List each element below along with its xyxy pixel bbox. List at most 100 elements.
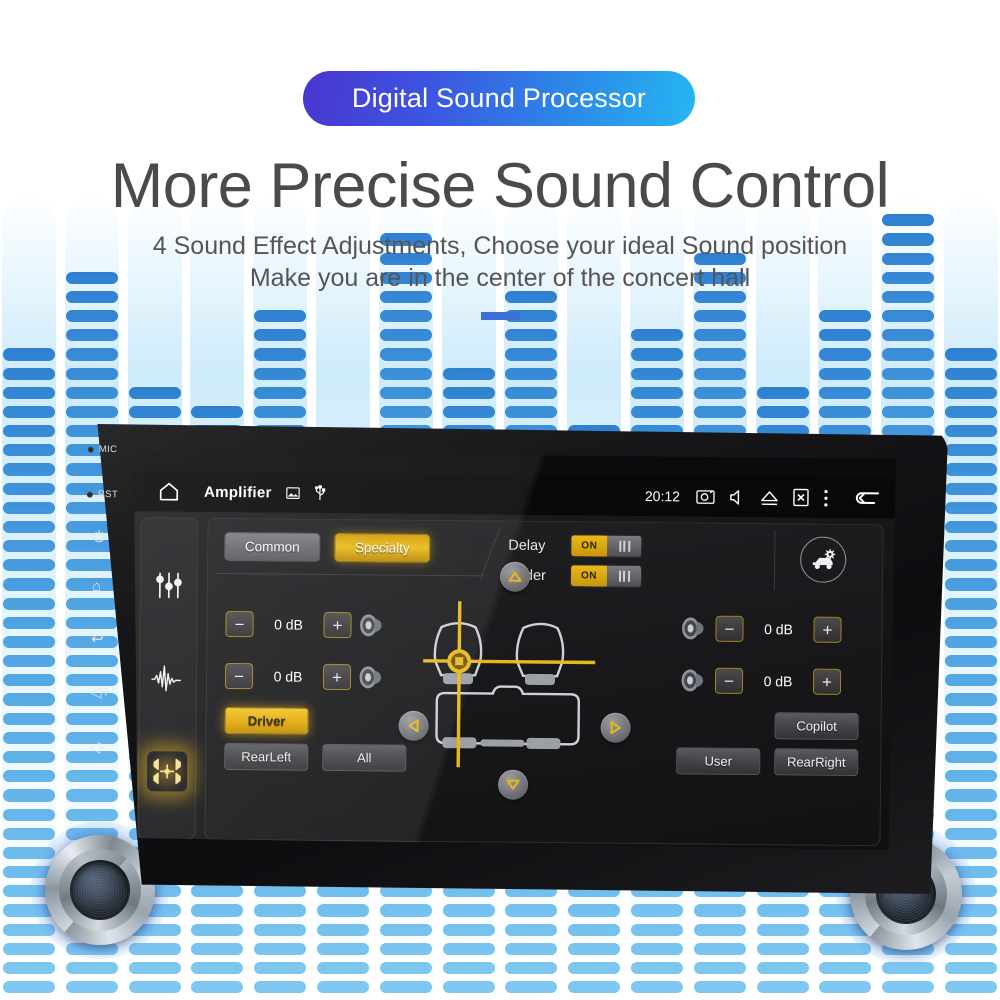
equalizer-bar [693,961,746,975]
equalizer-bar [819,405,872,419]
front-right-minus-button[interactable]: − [715,615,744,642]
rear-left-minus-button[interactable]: − [224,662,254,690]
tab-common[interactable]: Common [224,531,321,562]
equalizer-bar [505,367,558,380]
preset-all-button[interactable]: All [322,743,407,772]
mute-icon[interactable] [729,488,746,505]
seat-layout-svg [423,601,596,768]
equalizer-bar [316,981,369,994]
back-button[interactable]: ↩ [80,631,130,648]
panel-divider [216,572,485,577]
equalizer-bar [693,329,746,342]
equalizer-bar [568,981,621,994]
equalizer-bar [944,616,997,629]
equalizer-bar [3,616,55,629]
equalizer-bar [379,904,432,917]
equalizer-bar [191,981,244,994]
equalizer-bar [379,981,432,994]
back-icon[interactable] [853,488,880,508]
equalizer-bar [254,348,307,361]
speaker-icon [681,668,707,692]
preset-rearright-button[interactable]: RearRight [774,748,859,777]
equalizer-bar [630,367,683,380]
equalizer-bar [756,981,809,994]
preset-user-button[interactable]: User [676,747,761,776]
equalizer-bar [944,559,997,572]
car-gear-icon[interactable] [799,536,847,583]
android-status-bar: Amplifier 20:12 [133,471,896,519]
overflow-menu-icon[interactable] [823,488,829,507]
delay-toggle[interactable]: ON [570,534,643,558]
front-left-minus-button[interactable]: − [225,610,254,638]
equalizer-bar [505,329,558,342]
preset-driver-button[interactable]: Driver [224,706,309,735]
equalizer-bar [505,923,558,936]
fader-toggle[interactable]: ON [569,564,643,588]
close-screen-icon[interactable] [793,488,809,507]
preset-rearleft-button[interactable]: RearLeft [224,742,309,771]
surround-balance-icon[interactable] [146,751,188,792]
eject-icon[interactable] [760,489,779,506]
rear-left-plus-button[interactable]: + [322,663,352,691]
equalizer-bar [254,386,307,399]
equalizer-bar [379,329,432,342]
waveform-icon[interactable] [148,658,188,698]
equalizer-bar [505,942,558,955]
front-left-plus-button[interactable]: + [323,611,352,639]
equalizer-bar [191,904,244,917]
nudge-right-button[interactable] [600,712,631,743]
nudge-left-button[interactable] [398,710,429,741]
home-button[interactable]: ⌂ [81,578,131,595]
equalizer-bar [505,904,558,917]
delay-toggle-knob [607,535,642,557]
equalizer-bar [819,329,872,342]
equalizer-bar [505,348,558,361]
rear-right-plus-button[interactable]: + [812,668,842,695]
equalizer-bar [3,540,55,553]
equalizer-bar [693,942,746,955]
equalizer-bar [819,367,872,380]
front-right-plus-button[interactable]: + [813,616,842,643]
equalizer-bar [819,981,872,994]
usb-icon[interactable] [314,484,326,501]
equalizer-bar [191,405,244,419]
equalizer-bar [3,655,55,668]
equalizer-bar [819,961,872,975]
equalizer-bar [65,348,118,361]
equalizer-bar [944,540,997,553]
equalizer-sliders-icon[interactable] [149,565,189,605]
equalizer-bar [505,981,558,994]
equalizer-bar [756,942,809,955]
equalizer-bar [3,674,55,687]
power-button[interactable]: ⏻ [82,529,132,546]
status-bar-clock: 20:12 [644,487,681,505]
equalizer-bar [944,827,997,840]
equalizer-bar [756,961,809,975]
volume-down-button[interactable]: ◁- [78,738,128,757]
equalizer-bar [944,770,997,783]
gallery-icon[interactable] [285,486,300,499]
tab-specialty[interactable]: Specialty [334,532,431,563]
nudge-down-button[interactable] [497,769,529,800]
device-screen: Amplifier 20:12 Common Specialty Delay O… [133,451,896,850]
seat-position-diagram[interactable] [418,589,610,781]
fader-toggle-knob [606,565,642,587]
equalizer-bar [3,808,55,821]
volume-down-button-glyph: ◁- [88,738,106,757]
speaker-icon [359,665,385,689]
equalizer-bar [756,904,809,917]
equalizer-bar [442,961,495,975]
equalizer-bar [693,348,746,361]
preset-copilot-button[interactable]: Copilot [774,712,859,741]
home-icon[interactable] [158,480,180,502]
equalizer-bar [3,444,55,457]
equalizer-bar [944,425,997,438]
equalizer-bar [379,961,432,975]
equalizer-bar [693,367,746,380]
volume-up-button[interactable]: ◁+ [79,684,129,701]
equalizer-bar [254,923,307,936]
rear-right-minus-button[interactable]: − [714,667,744,694]
equalizer-bar [254,961,307,975]
nudge-up-button[interactable] [499,561,531,592]
camera-icon[interactable] [696,488,715,505]
